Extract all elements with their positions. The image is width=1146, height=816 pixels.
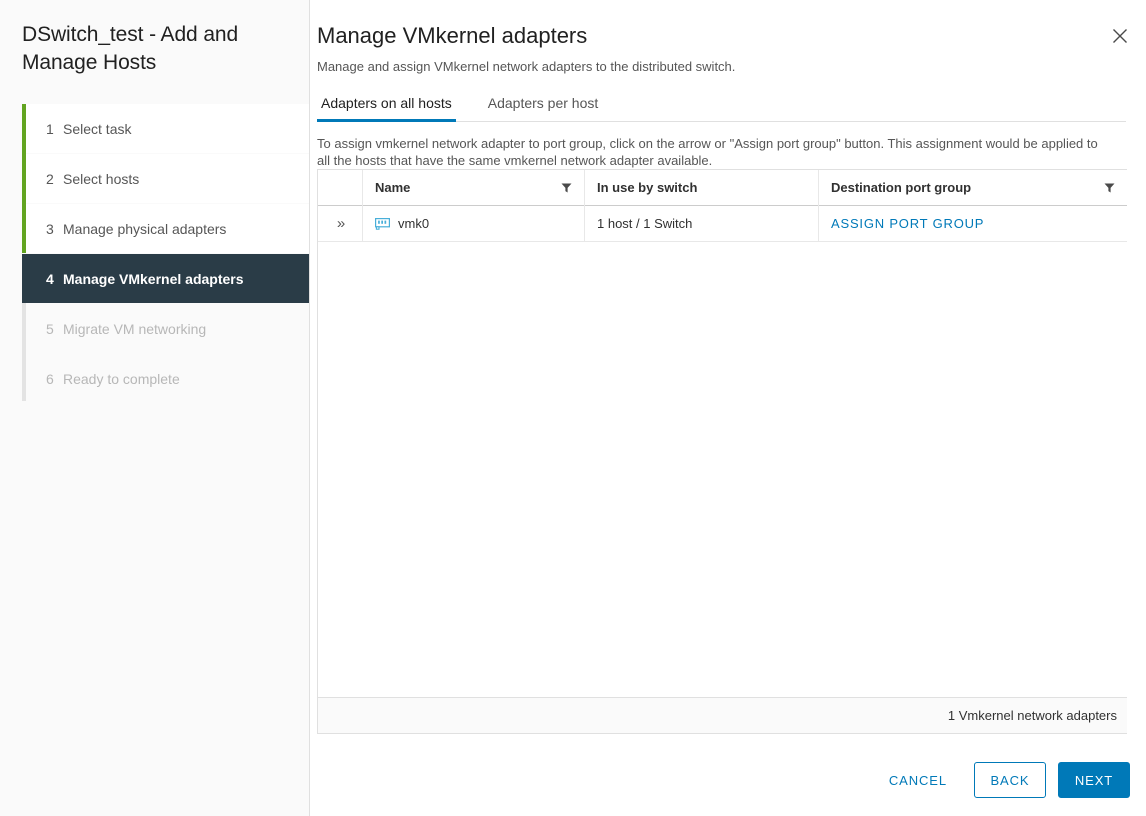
cell-in-use-by-switch: 1 host / 1 Switch [584,206,818,242]
assign-port-group-button[interactable]: ASSIGN PORT GROUP [831,216,984,231]
wizard-content-panel: Manage VMkernel adapters Manage and assi… [310,0,1146,816]
page-title: Manage VMkernel adapters [310,0,1146,51]
page-subtitle: Manage and assign VMkernel network adapt… [310,51,1146,76]
instructions-text: To assign vmkernel network adapter to po… [310,122,1110,169]
next-button[interactable]: NEXT [1058,762,1130,798]
sidebar-step-manage-vmkernel-adapters[interactable]: 4 Manage VMkernel adapters [22,254,309,303]
filter-icon[interactable] [561,182,572,193]
table-header-row: Name In use by switch Destination port g… [318,170,1127,206]
back-button[interactable]: BACK [974,762,1046,798]
wizard-footer: CANCEL BACK NEXT [0,758,1146,816]
sidebar-step-migrate-vm-networking: 5 Migrate VM networking [26,304,309,353]
table-header-name: Name [362,170,584,206]
table-header-in-use-by-switch-label: In use by switch [597,180,697,195]
vmkernel-adapter-icon [375,217,390,230]
table-header-in-use-by-switch: In use by switch [584,170,818,206]
table-header-expand [318,170,362,206]
cancel-button[interactable]: CANCEL [874,762,962,798]
step-number: 2 [46,171,63,187]
table-header-destination-port-group: Destination port group [818,170,1127,206]
filter-icon[interactable] [1104,182,1115,193]
table-body: » vmk0 [318,206,1127,697]
table-header-destination-port-group-label: Destination port group [831,180,971,195]
sidebar-step-ready-to-complete: 6 Ready to complete [26,354,309,403]
wizard-title: DSwitch_test - Add and Manage Hosts [0,0,309,77]
step-number: 5 [46,321,63,337]
step-number: 6 [46,371,63,387]
step-number: 4 [46,271,63,287]
tab-adapters-per-host[interactable]: Adapters per host [484,95,603,122]
cell-destination-port-group: ASSIGN PORT GROUP [818,206,1127,242]
tab-adapters-on-all-hosts[interactable]: Adapters on all hosts [317,95,456,122]
close-icon[interactable] [1106,22,1134,50]
table-row-count: 1 Vmkernel network adapters [948,708,1117,723]
step-number: 3 [46,221,63,237]
table-footer: 1 Vmkernel network adapters [318,697,1127,733]
cell-name: vmk0 [362,206,584,242]
sidebar-step-select-task[interactable]: 1 Select task [26,104,309,153]
table-row[interactable]: » vmk0 [318,206,1127,242]
wizard-sidebar: DSwitch_test - Add and Manage Hosts 1 Se… [0,0,310,816]
step-label: Manage VMkernel adapters [63,271,244,287]
step-label: Ready to complete [63,371,180,387]
sidebar-step-manage-physical-adapters[interactable]: 3 Manage physical adapters [26,204,309,253]
step-number: 1 [46,121,63,137]
step-label: Manage physical adapters [63,221,226,237]
sidebar-step-select-hosts[interactable]: 2 Select hosts [26,154,309,203]
step-label: Select task [63,121,131,137]
chevron-double-right-icon: » [337,215,343,232]
cell-name-text: vmk0 [398,216,429,231]
step-label: Select hosts [63,171,139,187]
tab-list: Adapters on all hosts Adapters per host [317,92,1126,122]
expand-row-chevron-icon[interactable]: » [318,206,362,242]
step-label: Migrate VM networking [63,321,206,337]
wizard-steps: 1 Select task 2 Select hosts 3 Manage ph… [0,104,309,403]
table-header-name-label: Name [375,180,410,195]
add-manage-hosts-wizard: DSwitch_test - Add and Manage Hosts 1 Se… [0,0,1146,816]
vmkernel-adapters-table: Name In use by switch Destination port g… [317,169,1127,734]
